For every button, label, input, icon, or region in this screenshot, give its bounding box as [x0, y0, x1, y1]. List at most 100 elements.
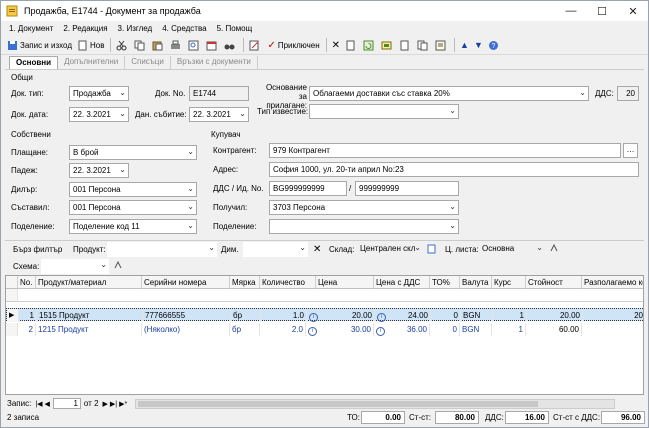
tab-doc-links[interactable]: Връзки с документи	[171, 56, 258, 69]
applied-button[interactable]: ✓ Приключен	[265, 37, 321, 54]
division-combo[interactable]: Поделение код 11 ⌄	[69, 219, 197, 234]
partner-field[interactable]: 979 Контрагент	[269, 143, 621, 158]
edit-button[interactable]	[247, 37, 264, 54]
event-date-picker[interactable]: 22. 3.2021 ⌄	[189, 107, 249, 122]
due-date-picker[interactable]: 22. 3.2021 ⌄	[69, 163, 129, 178]
calendar-button[interactable]	[204, 37, 221, 54]
notice-combo[interactable]: ⌄	[309, 104, 459, 119]
schema-combo[interactable]: ⌄	[41, 259, 109, 274]
tab-lists[interactable]: Списъци	[125, 56, 171, 69]
menu-document[interactable]: 1. Документ	[9, 24, 53, 33]
paste-button[interactable]	[150, 37, 167, 54]
toolbar-separator	[243, 38, 245, 52]
maximize-button[interactable]: ☐	[587, 1, 617, 21]
doc-type-combo[interactable]: Продажба ⌄	[69, 86, 129, 101]
row-indicator	[6, 323, 18, 336]
refresh-button[interactable]	[361, 37, 378, 54]
pricelist-refresh-icon[interactable]	[549, 243, 559, 255]
tab-additional[interactable]: Допълнителни	[58, 56, 126, 69]
receiver-label: Получил:	[213, 203, 248, 212]
menu-edit[interactable]: 2. Редакция	[63, 24, 107, 33]
last-record-icon[interactable]: ▶|	[110, 400, 117, 408]
image-button[interactable]	[379, 37, 396, 54]
move-down-button[interactable]: ▼	[472, 37, 485, 54]
cut-button[interactable]	[114, 37, 131, 54]
new-record-icon[interactable]: ▶*	[119, 400, 127, 408]
svg-text:?: ?	[491, 43, 495, 50]
clear-filter-icon[interactable]: ✕	[313, 244, 321, 255]
dim-combo[interactable]: ⌄	[243, 242, 308, 257]
partner-browse-button[interactable]: …	[623, 143, 638, 158]
first-record-icon[interactable]: |◀	[35, 400, 42, 408]
buyer-division-combo[interactable]: ⌄	[269, 219, 459, 234]
col-header[interactable]: Количество	[260, 276, 316, 289]
chevron-down-icon: ⌄	[536, 243, 543, 252]
col-header[interactable]: Серийни номера	[142, 276, 230, 289]
document-icon	[346, 40, 355, 50]
col-header[interactable]: Стойност	[526, 276, 582, 289]
new-button[interactable]: Нов	[75, 37, 106, 54]
info-icon[interactable]: i	[375, 309, 387, 322]
info-icon[interactable]: i	[374, 323, 386, 336]
print-button[interactable]	[168, 37, 185, 54]
preview-button[interactable]	[186, 37, 203, 54]
col-header[interactable]: No.	[18, 276, 36, 289]
table-row[interactable]: ▶ 1 1515 Продукт 777666555 бр 1.0 i 20.0…	[6, 308, 643, 322]
col-header[interactable]: Курс	[492, 276, 526, 289]
horizontal-scrollbar[interactable]	[135, 398, 616, 409]
copy-doc-button[interactable]	[343, 37, 360, 54]
basis-combo[interactable]: Облагаеми доставки със ставка 20% ⌄	[309, 86, 589, 101]
col-header[interactable]: Цена	[316, 276, 374, 289]
scrollbar-thumb[interactable]	[138, 400, 539, 407]
blank-doc-button[interactable]	[397, 37, 414, 54]
dealer-combo[interactable]: 001 Персона ⌄	[69, 182, 197, 197]
col-header[interactable]: Мярка	[230, 276, 260, 289]
menu-help[interactable]: 5. Помощ	[217, 24, 253, 33]
cell-available	[582, 323, 643, 336]
prev-record-icon[interactable]: ◀	[45, 400, 50, 408]
doc-no-field: E1744	[189, 86, 249, 101]
col-header[interactable]: Разполагаемо ко	[582, 276, 643, 289]
due-value: 22. 3.2021	[73, 166, 111, 175]
address-field[interactable]: София 1000, ул. 20-ти април No:23	[269, 162, 639, 177]
schema-options-icon[interactable]	[113, 260, 123, 272]
payment-combo[interactable]: В брой ⌄	[69, 145, 197, 160]
author-combo[interactable]: 001 Персона ⌄	[69, 200, 197, 215]
delete-button[interactable]: ✕	[330, 37, 342, 54]
copy-icon	[134, 40, 145, 50]
pricelist-combo[interactable]: Основна ⌄	[479, 242, 545, 257]
chevron-down-icon: ⌄	[119, 165, 126, 174]
next-record-icon[interactable]: ▶	[103, 400, 108, 408]
id-number-field[interactable]: 999999999	[355, 181, 459, 196]
table-row[interactable]: 2 1215 Продукт (Няколко) бр 2.0 i 30.00 …	[6, 323, 643, 336]
save-exit-button[interactable]: Запис и изход	[5, 37, 74, 54]
copy-button[interactable]	[132, 37, 149, 54]
col-header[interactable]: Цена с ДДС	[374, 276, 430, 289]
cell-price: 20.00	[319, 309, 375, 322]
store-settings-icon[interactable]	[427, 244, 436, 256]
col-header[interactable]: Валута	[460, 276, 492, 289]
menu-view[interactable]: 3. Изглед	[118, 24, 153, 33]
col-header[interactable]: Продукт/материал	[36, 276, 142, 289]
notes-button[interactable]	[433, 37, 450, 54]
close-button[interactable]: ✕	[618, 1, 648, 21]
store-combo[interactable]: Централен скл ⌄	[357, 242, 423, 257]
help-button[interactable]: ?	[486, 37, 503, 54]
window-title: Продажба, E1744 - Документ за продажба	[24, 6, 201, 16]
tab-main[interactable]: Основни	[9, 56, 59, 69]
vat-number-field[interactable]: BG999999999	[269, 181, 347, 196]
move-up-button[interactable]: ▲	[458, 37, 471, 54]
record-navigator: Запис: |◀ ◀ 1 от 2 ▶ ▶| ▶*	[5, 397, 644, 410]
record-number-input[interactable]: 1	[52, 398, 81, 409]
info-icon[interactable]: i	[307, 309, 319, 322]
doc-date-picker[interactable]: 22. 3.2021 ⌄	[69, 107, 129, 122]
col-header[interactable]: ТО%	[430, 276, 460, 289]
docs-button[interactable]	[415, 37, 432, 54]
find-button[interactable]	[222, 37, 239, 54]
info-icon[interactable]: i	[306, 323, 318, 336]
grid-filter-row[interactable]	[18, 289, 643, 302]
minimize-button[interactable]: —	[556, 1, 586, 21]
receiver-combo[interactable]: 3703 Персона ⌄	[269, 200, 459, 215]
product-filter-combo[interactable]: ⌄	[107, 242, 217, 257]
menu-tools[interactable]: 4. Средства	[162, 24, 206, 33]
